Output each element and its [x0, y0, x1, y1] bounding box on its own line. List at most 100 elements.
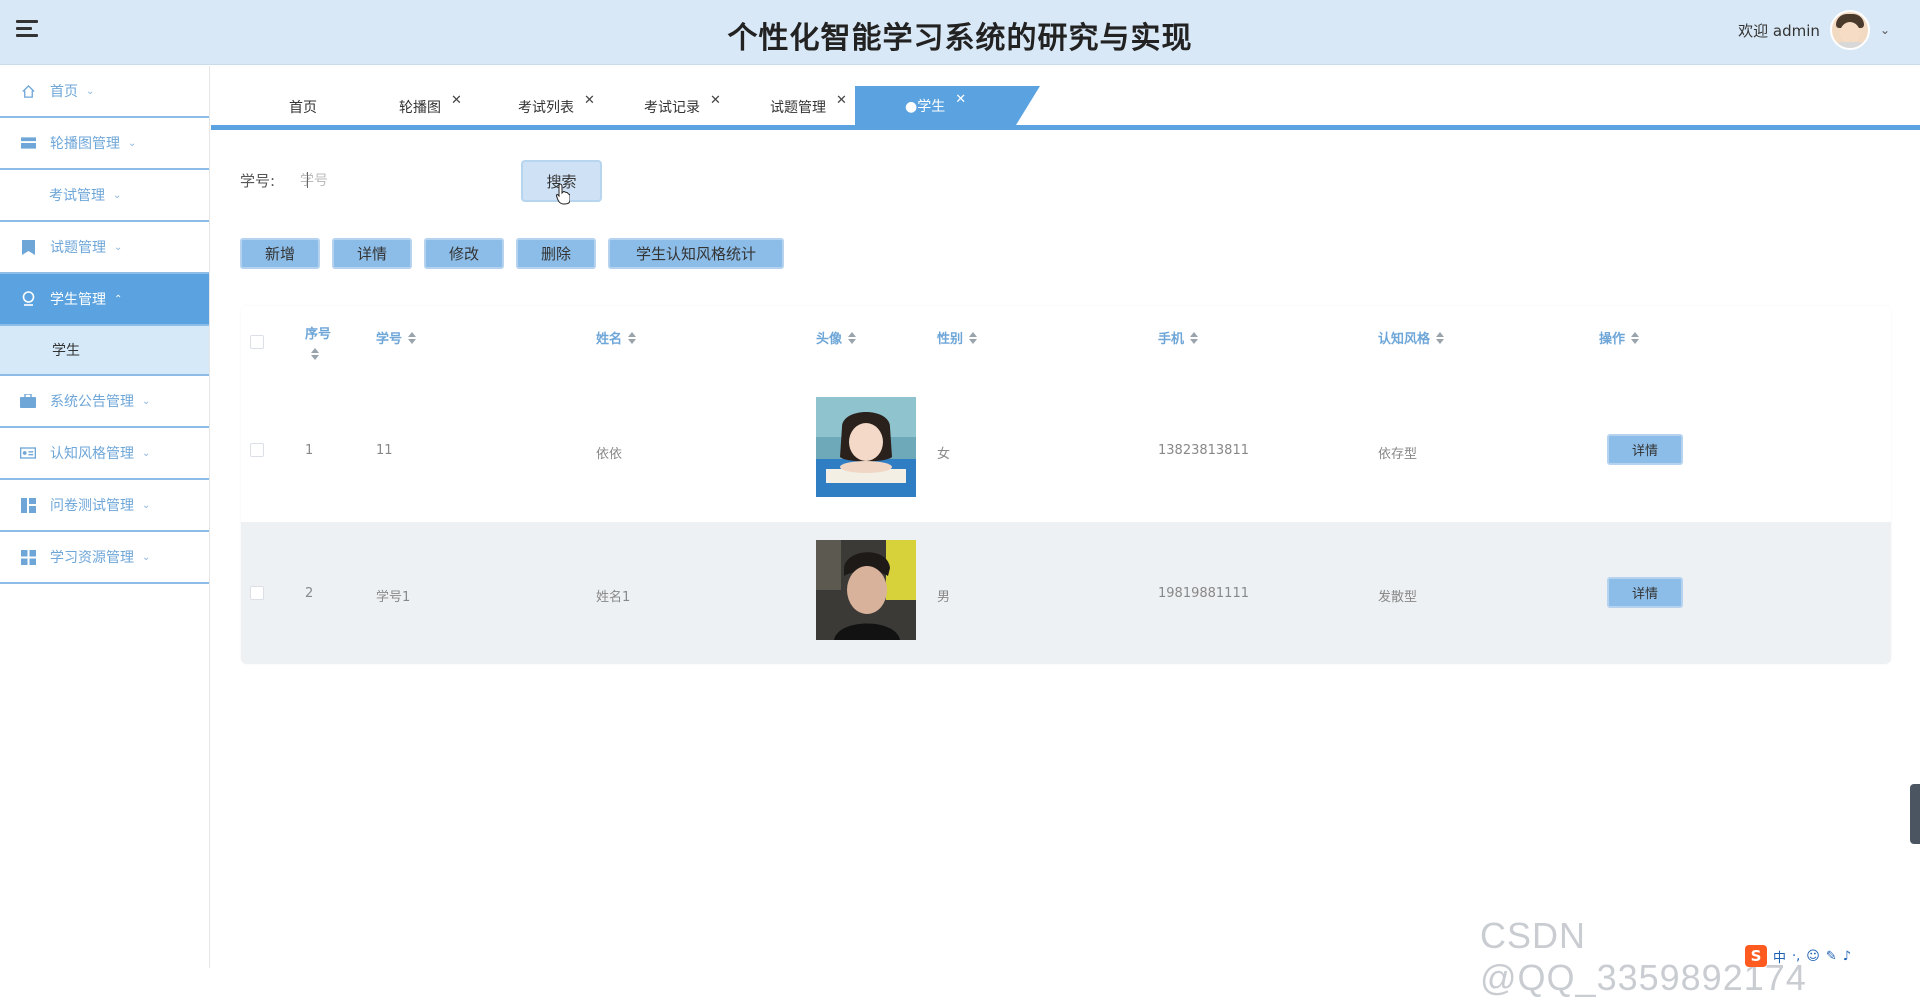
tab-carousel[interactable]: 轮播图 ✕: [399, 88, 462, 125]
header-label: 序号: [305, 327, 332, 342]
tab-exam-records[interactable]: 考试记录 ✕: [644, 88, 721, 125]
close-icon[interactable]: ✕: [584, 93, 595, 108]
punctuation-icon[interactable]: ·,: [1792, 949, 1800, 964]
student-no-input[interactable]: [300, 164, 500, 196]
delete-button[interactable]: 删除: [516, 238, 596, 269]
cell-phone: 19819881111: [1158, 586, 1249, 601]
avatar[interactable]: [1829, 10, 1870, 50]
welcome-text: 欢迎 admin: [1738, 21, 1820, 40]
sidebar-item-questionnaire[interactable]: 问卷测试管理 ⌄: [0, 480, 209, 532]
tab-label: 考试列表: [518, 99, 574, 116]
tab-questions[interactable]: 试题管理 ✕: [770, 88, 847, 125]
bookmark-icon: [20, 239, 36, 255]
sort-icon[interactable]: [969, 331, 978, 344]
sort-icon[interactable]: [1631, 331, 1640, 344]
chevron-down-icon: ⌄: [113, 189, 122, 201]
header-label: 性别: [937, 332, 964, 347]
pen-icon[interactable]: ✎: [1826, 949, 1837, 964]
close-icon[interactable]: ✕: [836, 93, 847, 108]
briefcase-icon: [20, 393, 36, 409]
sidebar-item-label: 问卷测试管理: [50, 498, 134, 514]
sidebar-item-cognitive-style[interactable]: 认知风格管理 ⌄: [0, 428, 209, 480]
close-icon[interactable]: ✕: [451, 93, 462, 108]
tab-exam-list[interactable]: 考试列表 ✕: [518, 88, 595, 125]
add-button[interactable]: 新增: [240, 238, 320, 269]
cell-name: 姓名1: [596, 590, 631, 605]
sort-icon[interactable]: [311, 348, 319, 360]
text-caret: [307, 172, 308, 188]
header-label: 手机: [1158, 332, 1185, 347]
chevron-down-icon[interactable]: ⌄: [1880, 23, 1890, 37]
sidebar-item-carousel[interactable]: 轮播图管理 ⌄: [0, 118, 209, 170]
sort-icon[interactable]: [628, 331, 637, 344]
id-card-icon: [20, 445, 36, 461]
chevron-down-icon: ⌄: [114, 241, 123, 253]
header-name[interactable]: 姓名: [596, 328, 637, 347]
student-photo: [816, 397, 916, 497]
header-label: 操作: [1599, 332, 1626, 347]
header-index[interactable]: 序号: [305, 323, 331, 360]
close-icon[interactable]: ✕: [710, 93, 721, 108]
edit-button[interactable]: 修改: [424, 238, 504, 269]
tab-home[interactable]: 首页: [289, 88, 317, 125]
sidebar-item-label: 学习资源管理: [50, 550, 134, 566]
select-all-checkbox[interactable]: [250, 335, 264, 349]
row-checkbox[interactable]: [250, 443, 264, 457]
sidebar-item-students[interactable]: 学生管理 ⌃: [0, 274, 209, 326]
tab-student[interactable]: ●学生 ✕: [855, 86, 1041, 125]
home-icon: [20, 83, 36, 99]
student-photo: [816, 540, 916, 640]
row-detail-button[interactable]: 详情: [1607, 577, 1683, 608]
tab-label: 轮播图: [399, 99, 441, 116]
user-menu[interactable]: 欢迎 admin ⌄: [1738, 10, 1890, 50]
header-label: 头像: [816, 332, 843, 347]
close-icon[interactable]: ✕: [955, 92, 966, 107]
cell-phone: 13823813811: [1158, 443, 1249, 458]
tab-bar: 首页 轮播图 ✕ 考试列表 ✕ 考试记录 ✕ 试题管理 ✕ ●学生 ✕: [211, 66, 1920, 130]
sidebar-item-label: 首页: [50, 84, 78, 100]
emoji-icon[interactable]: ☺: [1806, 949, 1820, 964]
ime-logo-icon[interactable]: S: [1745, 945, 1767, 967]
ime-toolbar[interactable]: S 中 ·, ☺ ✎ ♪: [1745, 944, 1920, 968]
sort-icon[interactable]: [1190, 331, 1199, 344]
chevron-down-icon: ⌄: [142, 551, 151, 563]
sidebar-item-home[interactable]: 首页 ⌄: [0, 66, 209, 118]
tab-underline: [211, 125, 1920, 130]
detail-button[interactable]: 详情: [332, 238, 412, 269]
sidebar-item-label: 试题管理: [50, 240, 106, 256]
carousel-icon: [20, 135, 36, 151]
sort-icon[interactable]: [408, 331, 417, 344]
sidebar-item-label: 学生管理: [50, 292, 106, 308]
header-label: 认知风格: [1378, 332, 1431, 347]
cell-student-no: 11: [376, 443, 393, 458]
row-checkbox[interactable]: [250, 586, 264, 600]
chevron-down-icon: ⌄: [86, 85, 95, 97]
header-gender[interactable]: 性别: [937, 328, 978, 347]
tab-label: 试题管理: [770, 99, 826, 116]
top-header: 个性化智能学习系统的研究与实现 欢迎 admin ⌄: [0, 0, 1920, 65]
cell-cognitive-style: 依存型: [1378, 447, 1418, 462]
student-no-label: 学号:: [240, 172, 276, 190]
header-actions[interactable]: 操作: [1599, 328, 1640, 347]
header-cognitive-style[interactable]: 认知风格: [1378, 328, 1445, 347]
chevron-up-icon: ⌃: [114, 293, 123, 305]
hand-cursor-icon: [556, 183, 570, 205]
sidebar-subitem-student[interactable]: 学生: [0, 326, 209, 376]
chevron-down-icon: ⌄: [142, 395, 151, 407]
sidebar-item-announcements[interactable]: 系统公告管理 ⌄: [0, 376, 209, 428]
row-detail-button[interactable]: 详情: [1607, 434, 1683, 465]
header-student-no[interactable]: 学号: [376, 328, 417, 347]
sort-icon[interactable]: [848, 331, 857, 344]
sidebar-item-questions[interactable]: 试题管理 ⌄: [0, 222, 209, 274]
cognitive-style-stats-button[interactable]: 学生认知风格统计: [608, 238, 784, 269]
chevron-down-icon: ⌄: [142, 499, 151, 511]
tab-label: 考试记录: [644, 99, 700, 116]
sort-icon[interactable]: [1436, 331, 1445, 344]
mic-icon[interactable]: ♪: [1843, 949, 1851, 964]
header-avatar[interactable]: 头像: [816, 328, 857, 347]
sidebar-item-exam[interactable]: 考试管理 ⌄: [0, 170, 209, 222]
header-phone[interactable]: 手机: [1158, 328, 1199, 347]
sidebar-item-resources[interactable]: 学习资源管理 ⌄: [0, 532, 209, 584]
side-scroll-handle[interactable]: [1910, 784, 1920, 844]
ime-language[interactable]: 中: [1773, 947, 1786, 966]
